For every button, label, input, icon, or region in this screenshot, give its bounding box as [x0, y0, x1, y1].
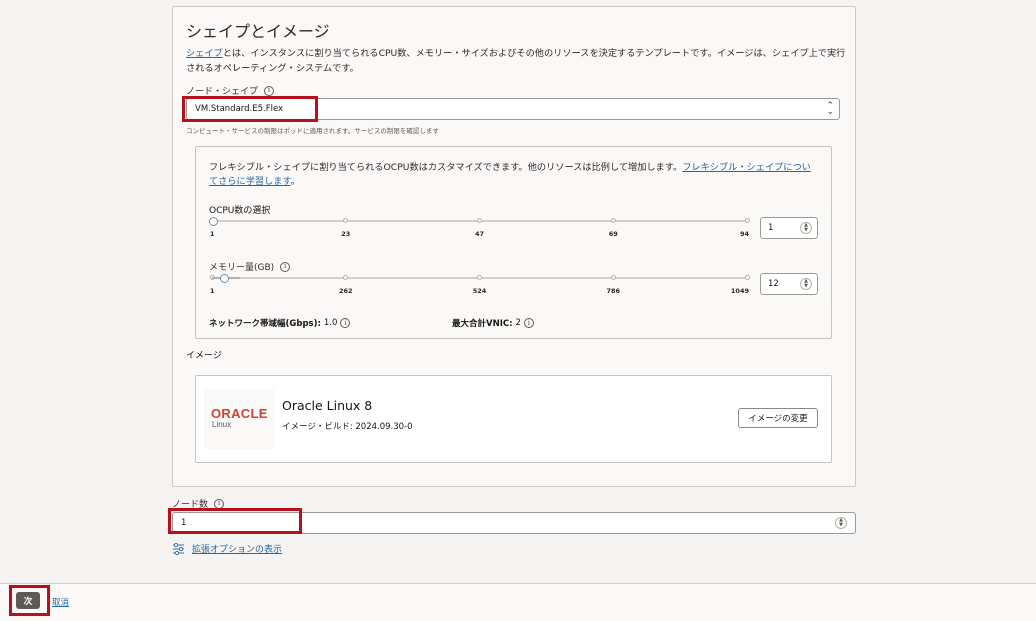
- stepper-arrows-icon[interactable]: ▲ ▼: [800, 278, 812, 290]
- memory-tick: [477, 274, 482, 280]
- info-icon[interactable]: i: [280, 261, 291, 272]
- image-build: イメージ・ビルド: 2024.09.30-0: [282, 422, 413, 432]
- ocpu-slider-thumb[interactable]: [209, 216, 218, 226]
- info-icon[interactable]: i: [340, 318, 351, 328]
- section-title: シェイプとイメージ: [186, 22, 330, 41]
- ocpu-tick: [343, 217, 349, 223]
- ocpu-tick-label: 1: [210, 230, 215, 238]
- image-label: イメージ: [186, 351, 222, 361]
- memory-slider[interactable]: 1 262 524 786 1049: [209, 273, 750, 295]
- ocpu-tick-label: 23: [341, 230, 351, 238]
- chevron-updown-icon: ⌃ ⌄: [826, 101, 834, 117]
- memory-stepper[interactable]: 12 ▲ ▼: [760, 273, 818, 295]
- stepper-arrows-icon[interactable]: ▲ ▼: [835, 517, 847, 529]
- info-icon[interactable]: i: [264, 85, 275, 96]
- info-icon[interactable]: i: [214, 498, 225, 509]
- image-name: Oracle Linux 8: [282, 398, 373, 413]
- highlight-box: [168, 508, 302, 534]
- oracle-logo-text: ORACLE: [211, 406, 268, 421]
- flex-text: フレキシブル・シェイプに割り当てられるOCPU数はカスタマイズできます。他のリソ…: [209, 162, 683, 173]
- flex-period: 。: [290, 176, 300, 187]
- sliders-icon: [173, 542, 184, 555]
- memory-tick-label: 786: [606, 287, 621, 295]
- memory-tick-label: 1: [210, 287, 215, 295]
- memory-tick: [343, 274, 349, 280]
- shape-link[interactable]: シェイプ: [186, 48, 223, 59]
- memory-value: 12: [768, 279, 779, 289]
- ocpu-stepper[interactable]: 1 ▲ ▼: [760, 217, 818, 239]
- memory-tick-label: 1049: [730, 287, 749, 295]
- ocpu-tick: [477, 217, 482, 223]
- memory-slider-thumb[interactable]: [220, 273, 230, 283]
- vnic-value: 2: [515, 318, 521, 328]
- flex-description: フレキシブル・シェイプに割り当てられるOCPU数はカスタマイズできます。他のリソ…: [209, 161, 819, 189]
- shape-intro-text: とは、インスタンスに割り当てられるCPU数、メモリー・サイズおよびその他のリソー…: [186, 48, 846, 74]
- footer-bar: [0, 583, 1036, 621]
- stepper-arrows-icon[interactable]: ▲ ▼: [800, 222, 812, 234]
- ocpu-tick-label: 69: [608, 230, 618, 238]
- network-value: 1.0: [323, 318, 338, 328]
- node-shape-hint: コンピュート・サービスの制限はポッドに適用されます。サービスの制限を確認します: [186, 127, 439, 135]
- max-vnic: 最大合計VNIC: 2 i: [452, 317, 534, 329]
- memory-label: メモリー量(GB): [209, 263, 275, 273]
- highlight-box: [182, 96, 318, 122]
- memory-label-row: メモリー量(GB) i: [209, 260, 291, 273]
- network-bandwidth: ネットワーク帯域幅(Gbps): 1.0 i: [209, 317, 351, 329]
- ocpu-value: 1: [768, 223, 774, 233]
- image-card: [195, 375, 832, 463]
- ocpu-tick-label: 94: [739, 230, 749, 238]
- ocpu-tick: [744, 217, 750, 223]
- vnic-label: 最大合計VNIC:: [452, 319, 513, 329]
- network-label: ネットワーク帯域幅(Gbps):: [209, 319, 321, 329]
- highlight-box: [9, 585, 50, 616]
- memory-tick: [610, 274, 616, 280]
- memory-tick-label: 524: [472, 287, 487, 295]
- advanced-options-toggle[interactable]: 拡張オプションの表示: [172, 542, 282, 555]
- oracle-logo-sub: Linux: [212, 420, 232, 429]
- info-icon[interactable]: i: [523, 318, 534, 328]
- ocpu-tick: [610, 217, 616, 223]
- ocpu-tick-label: 47: [474, 230, 485, 238]
- memory-tick-label: 262: [338, 287, 353, 295]
- change-image-button[interactable]: イメージの変更: [738, 408, 818, 428]
- cancel-link[interactable]: 取消: [52, 596, 69, 608]
- ocpu-slider[interactable]: 1 23 47 69 94: [209, 216, 750, 238]
- memory-tick: [744, 274, 750, 280]
- ocpu-label: OCPU数の選択: [209, 206, 271, 216]
- advanced-options-label[interactable]: 拡張オプションの表示: [192, 542, 282, 555]
- shape-intro: シェイプとは、インスタンスに割り当てられるCPU数、メモリー・サイズおよびその他…: [186, 46, 846, 76]
